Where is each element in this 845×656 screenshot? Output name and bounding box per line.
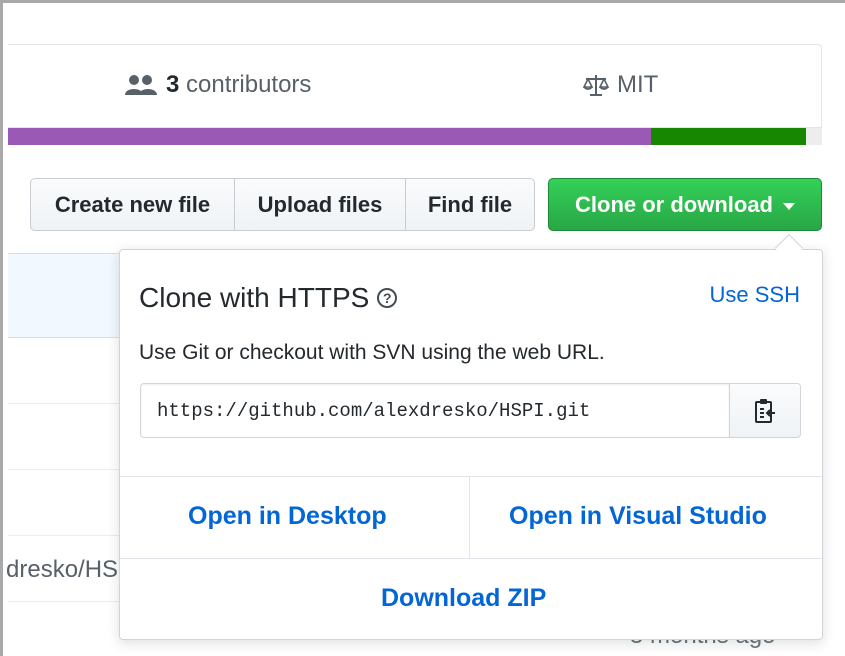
popover-title: Clone with HTTPS ? — [139, 282, 398, 314]
contributors-label: contributors — [186, 71, 312, 98]
popover-divider — [120, 476, 822, 477]
popover-divider — [120, 558, 822, 559]
people-icon — [125, 75, 157, 95]
contributors-link[interactable]: 3 contributors — [124, 71, 311, 99]
law-icon — [583, 75, 609, 96]
open-in-desktop-link[interactable]: Open in Desktop — [188, 502, 387, 531]
clone-popover: Clone with HTTPS ? Use SSH Use Git or ch… — [119, 249, 823, 640]
language-segment — [805, 128, 822, 145]
clone-url-group — [140, 383, 801, 438]
copy-to-clipboard-button[interactable] — [729, 384, 800, 437]
contributors-count: 3 — [166, 71, 180, 98]
clone-button-label: Clone or download — [575, 191, 773, 217]
file-row-text: dresko/HS — [6, 556, 119, 583]
language-segment — [8, 128, 652, 145]
popover-divider — [469, 476, 470, 558]
open-in-visual-studio-link[interactable]: Open in Visual Studio — [509, 502, 767, 531]
caret-down-icon — [783, 202, 795, 210]
question-icon[interactable]: ? — [377, 288, 398, 308]
upload-files-button[interactable]: Upload files — [234, 178, 406, 231]
clone-url-input[interactable] — [141, 384, 729, 437]
language-segment — [651, 128, 806, 145]
popover-description: Use Git or checkout with SVN using the w… — [139, 341, 605, 364]
clipboard-icon — [755, 398, 775, 423]
download-zip-link[interactable]: Download ZIP — [381, 584, 546, 613]
popover-title-text: Clone with HTTPS — [139, 282, 370, 313]
use-ssh-link[interactable]: Use SSH — [710, 282, 800, 308]
language-bar[interactable] — [8, 127, 822, 145]
license-label: MIT — [617, 71, 659, 98]
repo-summary: 3 contributors MIT — [8, 44, 822, 145]
create-new-file-button[interactable]: Create new file — [30, 178, 235, 231]
find-file-button[interactable]: Find file — [405, 178, 535, 231]
clone-or-download-button[interactable]: Clone or download — [548, 178, 822, 231]
license-link[interactable]: MIT — [583, 71, 658, 99]
